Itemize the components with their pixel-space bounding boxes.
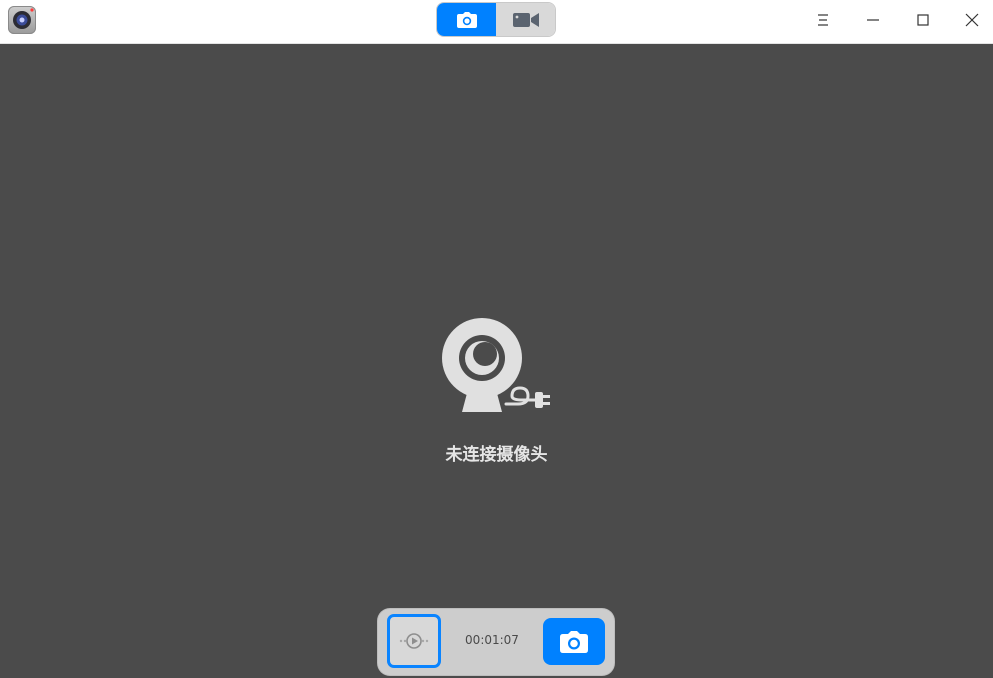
take-photo-button[interactable] (543, 618, 605, 665)
maximize-icon (917, 14, 929, 26)
no-camera-message: 未连接摄像头 (445, 445, 548, 465)
last-capture-thumbnail[interactable] (387, 614, 441, 668)
minimize-button[interactable] (858, 7, 888, 33)
video-thumbnail-icon (399, 633, 429, 649)
menu-button[interactable] (808, 7, 838, 33)
video-mode-button[interactable] (496, 3, 555, 36)
mode-switch (437, 3, 555, 36)
minimize-icon (867, 19, 879, 21)
video-camera-icon (512, 12, 539, 27)
close-button[interactable] (957, 7, 987, 33)
maximize-button[interactable] (908, 7, 938, 33)
camera-icon (560, 630, 588, 653)
recording-duration: 00:01:07 (465, 633, 519, 647)
capture-control-bar: 00:01:07 (378, 609, 614, 675)
camera-icon (456, 11, 477, 28)
close-icon (965, 13, 979, 27)
photo-mode-button[interactable] (437, 3, 496, 36)
camera-app-icon (8, 6, 36, 34)
title-bar (0, 0, 993, 44)
menu-icon (818, 14, 828, 26)
webcam-unplugged-icon (442, 318, 550, 412)
